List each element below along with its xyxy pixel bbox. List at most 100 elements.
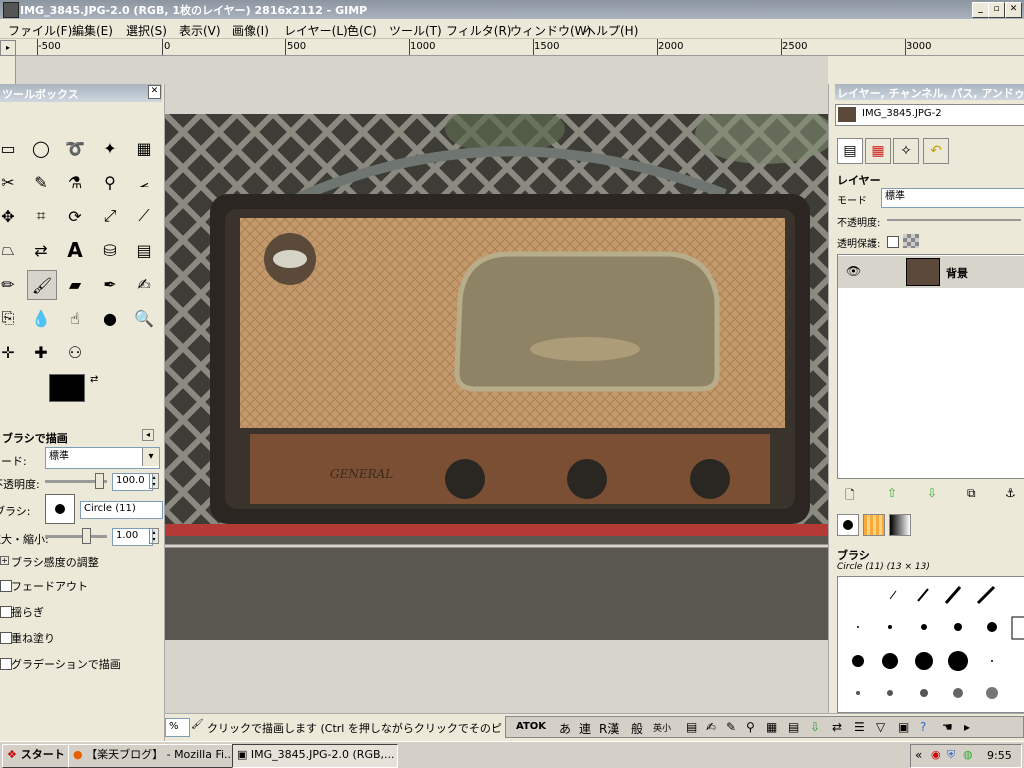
- brushes-tab-icon[interactable]: [837, 514, 859, 536]
- dodge-burn-icon[interactable]: ●: [96, 304, 124, 332]
- menu-image[interactable]: 画像(I): [232, 22, 269, 39]
- image-canvas[interactable]: GENERAL: [165, 114, 828, 640]
- perspective-icon[interactable]: ⏢: [0, 236, 22, 264]
- window-titlebar[interactable]: IMG_3845.JPG-2.0 (RGB, 1枚のレイヤー) 2816x211…: [0, 0, 1024, 19]
- ime-filter-icon[interactable]: ▽: [876, 720, 885, 734]
- vertical-ruler[interactable]: [0, 56, 16, 84]
- ime-form-icon[interactable]: ▣: [898, 720, 909, 734]
- tray-network-icon[interactable]: ◍: [963, 748, 973, 761]
- gimp-app-icon[interactable]: [3, 2, 19, 18]
- menu-windows[interactable]: ウィンドウ(W): [510, 22, 591, 39]
- gradients-tab-icon[interactable]: [889, 514, 911, 536]
- measure-icon[interactable]: ⦟: [130, 168, 158, 196]
- color-select-icon[interactable]: ▦: [130, 134, 158, 162]
- layer-mode-select[interactable]: 標準: [881, 188, 1024, 208]
- zoom-tool-icon[interactable]: ⚲: [96, 168, 124, 196]
- patterns-tab-icon[interactable]: [863, 514, 885, 536]
- visibility-eye-icon[interactable]: 👁: [846, 264, 861, 278]
- lock-alpha-checkbox[interactable]: [887, 236, 899, 248]
- crop-icon[interactable]: ⌗: [27, 202, 55, 230]
- brush-grid[interactable]: [837, 576, 1024, 713]
- undo-tab-icon[interactable]: ↶: [923, 138, 949, 164]
- ime-down-icon[interactable]: ⇩: [810, 720, 820, 734]
- menu-filters[interactable]: フィルタ(R): [446, 22, 511, 39]
- ime-tool-icon[interactable]: ▤: [686, 720, 697, 734]
- move-icon[interactable]: ✥: [0, 202, 22, 230]
- swap-colors-icon[interactable]: ⇄: [90, 374, 102, 386]
- ime-help-icon[interactable]: ?: [920, 720, 926, 734]
- expand-icon[interactable]: +: [0, 556, 9, 565]
- scale-spinner[interactable]: ▴ ▾: [149, 528, 159, 544]
- ime-hiragana[interactable]: あ: [559, 720, 571, 737]
- options-menu-icon[interactable]: ◂: [142, 429, 154, 441]
- ink-icon[interactable]: ✍: [130, 270, 158, 298]
- horizontal-ruler[interactable]: -500 0 500 1000 1500 2000 2500 3000: [16, 39, 1024, 56]
- opacity-slider-handle[interactable]: [95, 473, 104, 489]
- bucket-fill-icon[interactable]: ⛁: [96, 236, 124, 264]
- color-picker-icon[interactable]: ⚗: [61, 168, 89, 196]
- smudge-icon[interactable]: ☝: [61, 304, 89, 332]
- align-icon[interactable]: ✛: [0, 338, 22, 366]
- channels-tab-icon[interactable]: ▦: [865, 138, 891, 164]
- layer-row[interactable]: 👁 背景: [838, 256, 1024, 288]
- paintbrush-icon[interactable]: 🖌: [27, 270, 57, 300]
- toolbox-close-icon[interactable]: ✕: [148, 85, 161, 99]
- ime-dict-icon[interactable]: ✍: [706, 720, 716, 734]
- shear-icon[interactable]: ⟋: [130, 202, 158, 230]
- blur-icon[interactable]: 💧: [27, 304, 55, 332]
- ime-ren[interactable]: 連: [579, 720, 591, 737]
- pressure-sensitivity-expander[interactable]: ブラシ感度の調整: [11, 554, 99, 570]
- ime-hand-icon[interactable]: ☚: [942, 720, 953, 734]
- menu-help[interactable]: ヘルプ(H): [584, 22, 638, 39]
- menu-tools[interactable]: ツール(T): [389, 22, 442, 39]
- ellipse-select-icon[interactable]: ◯: [27, 134, 55, 162]
- pencil-icon[interactable]: ✏: [0, 270, 22, 298]
- ime-atok[interactable]: ATOK: [516, 721, 546, 732]
- navigation-corner-button[interactable]: ▸: [0, 40, 16, 56]
- rotate-icon[interactable]: ⟳: [61, 202, 89, 230]
- scale-input[interactable]: 1.00: [112, 528, 153, 546]
- start-button[interactable]: ❖ スタート: [2, 744, 70, 768]
- duplicate-layer-icon[interactable]: ⧉: [967, 486, 976, 501]
- magnify-icon[interactable]: 🔍: [130, 304, 158, 332]
- heal-icon[interactable]: ✚: [27, 338, 55, 366]
- text-tool-icon[interactable]: A: [61, 236, 89, 264]
- airbrush-icon[interactable]: ✒: [96, 270, 124, 298]
- ime-list-icon[interactable]: ▤: [788, 720, 799, 734]
- ime-grid-icon[interactable]: ▦: [766, 720, 777, 734]
- close-button[interactable]: ✕: [1005, 2, 1022, 18]
- foreground-select-icon[interactable]: ⚇: [61, 338, 89, 366]
- tray-security-icon[interactable]: ◉: [931, 748, 941, 761]
- image-selector[interactable]: IMG_3845.JPG-2: [835, 104, 1024, 126]
- opacity-spinner[interactable]: ▴ ▾: [149, 473, 159, 489]
- brush-preview-button[interactable]: [45, 494, 75, 524]
- ime-kanji[interactable]: R漢: [599, 720, 619, 737]
- menu-select[interactable]: 選択(S): [126, 22, 167, 39]
- flip-icon[interactable]: ⇄: [27, 236, 55, 264]
- magic-wand-icon[interactable]: ✦: [96, 134, 124, 162]
- minimize-button[interactable]: _: [972, 2, 989, 18]
- menu-view[interactable]: 表示(V): [179, 22, 221, 39]
- zoom-select[interactable]: %: [165, 718, 190, 737]
- paths-tab-icon[interactable]: ✧: [893, 138, 919, 164]
- ime-options-icon[interactable]: ▸: [964, 720, 970, 734]
- rect-select-icon[interactable]: ▭: [0, 134, 22, 162]
- tray-expand-icon[interactable]: «: [915, 748, 922, 762]
- ime-pen-icon[interactable]: ✎: [726, 720, 736, 734]
- mode-select[interactable]: 標準 ▾: [45, 447, 160, 469]
- taskbar-firefox[interactable]: ● 【楽天ブログ】 - Mozilla Fi...: [68, 744, 234, 768]
- anchor-layer-icon[interactable]: ⚓: [1005, 486, 1016, 500]
- eraser-icon[interactable]: ▰: [61, 270, 89, 298]
- foreground-color-swatch[interactable]: [49, 374, 85, 402]
- menu-color[interactable]: 色(C): [347, 22, 377, 39]
- ime-convert-icon[interactable]: ⇄: [832, 720, 842, 734]
- menu-layer[interactable]: レイヤー(L): [284, 22, 348, 39]
- scale-icon[interactable]: ⤢: [96, 202, 124, 230]
- lower-layer-icon[interactable]: ⇩: [927, 486, 937, 500]
- maximize-button[interactable]: ▫: [988, 2, 1005, 18]
- lasso-icon[interactable]: ➰: [61, 134, 89, 162]
- menu-edit[interactable]: 編集(E): [72, 22, 113, 39]
- ime-eisho[interactable]: 英小: [653, 721, 671, 734]
- ime-search-icon[interactable]: ⚲: [746, 720, 755, 734]
- ime-general[interactable]: 般: [631, 720, 643, 737]
